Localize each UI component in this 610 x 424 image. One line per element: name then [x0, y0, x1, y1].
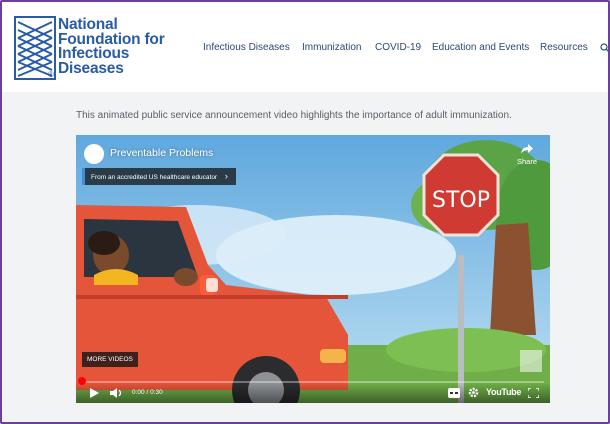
- nav-item-resources[interactable]: Resources: [540, 42, 588, 53]
- more-videos-button[interactable]: MORE VIDEOS: [82, 352, 138, 367]
- edu-badge[interactable]: From an accredited US healthcare educato…: [82, 168, 236, 185]
- main-content: This animated public service announcemen…: [2, 92, 608, 422]
- search-icon[interactable]: [600, 43, 610, 53]
- share-label: Share: [516, 157, 537, 166]
- main-nav: Infectious Diseases Immunization COVID-1…: [2, 42, 608, 58]
- time-display: 0:00 / 0:30: [132, 389, 163, 396]
- settings-gear-icon[interactable]: [468, 387, 479, 398]
- site-header: National Foundation for Infectious Disea…: [2, 2, 608, 92]
- share-arrow-icon: [521, 144, 533, 154]
- nav-item-immunization[interactable]: Immunization: [302, 42, 361, 53]
- nav-item-covid-19[interactable]: COVID-19: [375, 42, 421, 53]
- video-title[interactable]: Preventable Problems: [110, 147, 213, 159]
- nav-item-infectious-diseases[interactable]: Infectious Diseases: [203, 42, 290, 53]
- channel-watermark-icon[interactable]: [520, 350, 542, 372]
- player-controls: 0:00 / 0:30 YouTube: [76, 383, 550, 403]
- chevron-right-icon: ›: [224, 171, 228, 181]
- channel-avatar[interactable]: [84, 144, 104, 164]
- volume-icon[interactable]: [110, 388, 123, 398]
- page-frame: National Foundation for Infectious Disea…: [0, 0, 610, 424]
- nav-item-education-events[interactable]: Education and Events: [432, 42, 529, 53]
- stop-sign-text: STOP: [432, 188, 490, 213]
- edu-badge-label: From an accredited US healthcare educato…: [91, 174, 218, 181]
- fullscreen-icon[interactable]: [528, 388, 539, 398]
- youtube-logo[interactable]: YouTube: [486, 387, 521, 397]
- captions-icon[interactable]: [448, 388, 460, 398]
- share-button[interactable]: Share: [512, 143, 542, 166]
- brand-line-4: Diseases: [58, 59, 124, 77]
- play-icon[interactable]: [90, 388, 99, 398]
- registered-mark: ®: [48, 70, 54, 79]
- video-player[interactable]: STOP Preventable Problems From an accred…: [76, 135, 550, 403]
- intro-text: This animated public service announcemen…: [76, 110, 512, 121]
